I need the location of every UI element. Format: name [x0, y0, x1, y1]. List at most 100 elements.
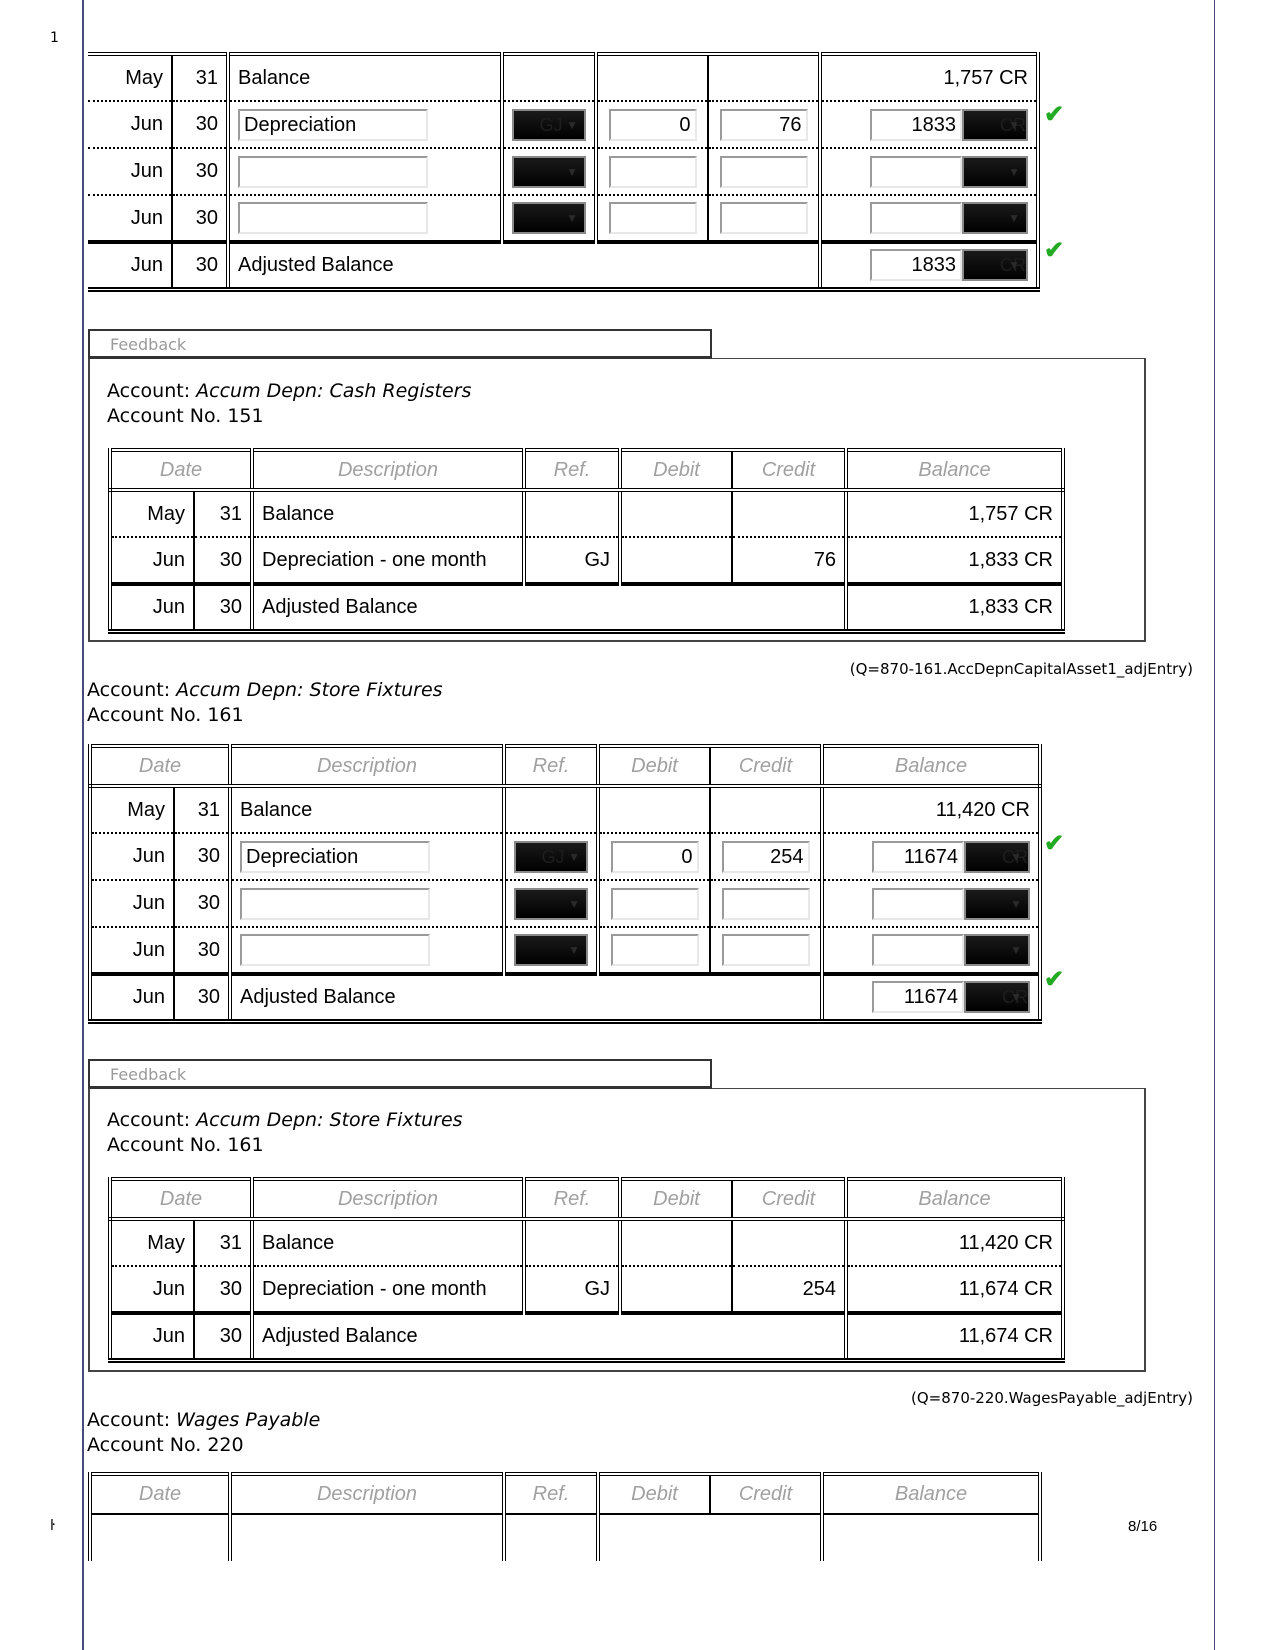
day-cell: 30	[171, 240, 228, 289]
header-description: Description	[250, 450, 524, 492]
day-cell: 30	[193, 582, 252, 631]
ref-cell: GJ	[522, 536, 620, 584]
ref-cell	[522, 490, 620, 537]
account-heading: Account: Wages Payable Account No. 220	[87, 1408, 320, 1458]
balance-input[interactable]	[872, 934, 964, 966]
header-balance: Balance	[844, 450, 1065, 492]
debit-input[interactable]: 0	[608, 108, 697, 141]
credit-cell	[731, 490, 846, 537]
credit-input[interactable]	[721, 934, 810, 966]
ref-select[interactable]: ▼	[514, 887, 588, 920]
ref-select[interactable]: ▼	[512, 202, 586, 234]
balance-cell: 1,833 CR	[844, 582, 1065, 631]
month-cell: May	[125, 66, 163, 89]
table-row: May 31 Balance 11,420 CR	[108, 1219, 1065, 1266]
ledger-entry-table-151: May 31 Balance 1,757 CR Jun 30 Depreciat…	[88, 52, 1040, 292]
account-name: Accum Depn: Cash Registers	[196, 380, 472, 402]
account-number: Account No. 161	[87, 704, 244, 726]
balance-side-select[interactable]: ▼	[964, 934, 1030, 966]
balance-input[interactable]	[870, 202, 962, 234]
debit-input[interactable]	[610, 887, 699, 920]
description-input[interactable]	[238, 155, 428, 188]
description-input[interactable]: Depreciation	[238, 108, 428, 141]
balance-side-select[interactable]: CR ▼	[964, 840, 1030, 873]
feedback-ledger-table-151: Date Description Ref. Debit Credit Balan…	[108, 448, 1065, 634]
adjusted-balance-side-select[interactable]: CR ▼	[962, 249, 1028, 282]
credit-input[interactable]: 76	[719, 108, 808, 141]
description-cell: Balance	[226, 54, 502, 101]
balance-side-select[interactable]: CR ▼	[962, 108, 1028, 141]
description-cell	[228, 1514, 504, 1561]
balance-side-select[interactable]: ▼	[962, 155, 1028, 188]
margin-mark-bottom: ŀ	[50, 1518, 55, 1534]
ledger-entry-table-220: Date Description Ref. Debit Credit Balan…	[88, 1472, 1042, 1561]
header-credit: Credit	[731, 450, 846, 492]
day-cell: 30	[173, 926, 230, 974]
description-input[interactable]	[240, 887, 430, 920]
feedback-account-heading: Account: Accum Depn: Cash Registers Acco…	[107, 379, 471, 429]
account-label: Account:	[107, 1109, 191, 1131]
table-row-adjusted-balance: Jun 30 Adjusted Balance 11674 CR ▼	[88, 972, 1042, 1021]
debit-input[interactable]	[608, 202, 697, 234]
day-cell: 30	[171, 100, 228, 148]
balance-cell: 1,757 CR	[818, 54, 1040, 101]
feedback-ledger-table-161: Date Description Ref. Debit Credit Balan…	[108, 1177, 1065, 1363]
day-cell: 30	[193, 536, 252, 584]
description-cell: Balance	[250, 490, 524, 537]
balance-input[interactable]: 1833	[870, 108, 962, 141]
balance-input[interactable]: 11674	[872, 840, 964, 873]
dropdown-arrow-icon: ▼	[1008, 211, 1020, 225]
ref-select[interactable]: ▼	[512, 155, 586, 188]
adjusted-balance-input[interactable]: 11674	[872, 981, 964, 1014]
header-description: Description	[228, 746, 504, 788]
dropdown-arrow-icon: ▼	[566, 164, 578, 179]
table-header-row: Date Description Ref. Debit Credit Balan…	[108, 450, 1065, 492]
description-cell: Adjusted Balance	[250, 582, 846, 631]
adjusted-balance-side-select[interactable]: CR ▼	[964, 981, 1030, 1014]
credit-input[interactable]	[719, 155, 808, 188]
balance-side-select[interactable]: ▼	[962, 202, 1028, 234]
debit-input[interactable]	[610, 934, 699, 966]
table-row-adjusted-balance: Jun 30 Adjusted Balance 1,833 CR	[108, 582, 1065, 631]
table-row: Jun 30 Depreciation - one month GJ 76 1,…	[108, 536, 1065, 584]
dropdown-arrow-icon: ▼	[568, 896, 580, 911]
margin-mark-top: 1	[50, 30, 59, 46]
description-input[interactable]	[240, 934, 430, 966]
day-cell: 30	[173, 972, 230, 1021]
check-icon: ✔	[1044, 966, 1065, 993]
header-balance: Balance	[844, 1179, 1065, 1221]
credit-input[interactable]	[719, 202, 808, 234]
feedback-tab[interactable]: Feedback	[88, 1059, 712, 1089]
description-input[interactable]: Depreciation	[240, 840, 430, 873]
balance-side-select[interactable]: ▼	[964, 887, 1030, 920]
ref-select[interactable]: GJ ▼	[514, 840, 588, 873]
account-name: Wages Payable	[176, 1409, 321, 1431]
header-description: Description	[228, 1474, 504, 1515]
header-ref: Ref.	[522, 1179, 620, 1221]
feedback-tab[interactable]: Feedback	[88, 329, 712, 359]
month-cell: Jun	[88, 100, 172, 148]
adjusted-balance-input[interactable]: 1833	[870, 249, 962, 282]
account-number: Account No. 151	[107, 405, 264, 427]
month-cell: Jun	[108, 582, 194, 631]
debit-input[interactable]	[608, 155, 697, 188]
day-cell: 30	[171, 194, 228, 242]
credit-input[interactable]	[721, 887, 810, 920]
ref-select[interactable]: GJ ▼	[512, 108, 586, 141]
credit-cell	[710, 1514, 822, 1561]
table-row: May 31 Balance 11,420 CR	[88, 786, 1042, 833]
header-debit: Debit	[596, 746, 710, 788]
ref-select[interactable]: ▼	[514, 934, 588, 966]
credit-input[interactable]: 254	[721, 840, 810, 873]
left-margin-rule	[82, 0, 84, 1650]
description-input[interactable]	[238, 202, 428, 234]
balance-input[interactable]	[872, 887, 964, 920]
table-row-adjusted-balance: Jun 30 Adjusted Balance 11,674 CR	[108, 1311, 1065, 1360]
right-margin-rule	[1214, 0, 1215, 1650]
header-ref: Ref.	[502, 1474, 598, 1515]
debit-input[interactable]: 0	[610, 840, 699, 873]
ref-cell	[522, 1219, 620, 1266]
balance-input[interactable]	[870, 155, 962, 188]
account-name: Accum Depn: Store Fixtures	[176, 679, 443, 701]
balance-cell: 1,833 CR	[844, 536, 1065, 584]
